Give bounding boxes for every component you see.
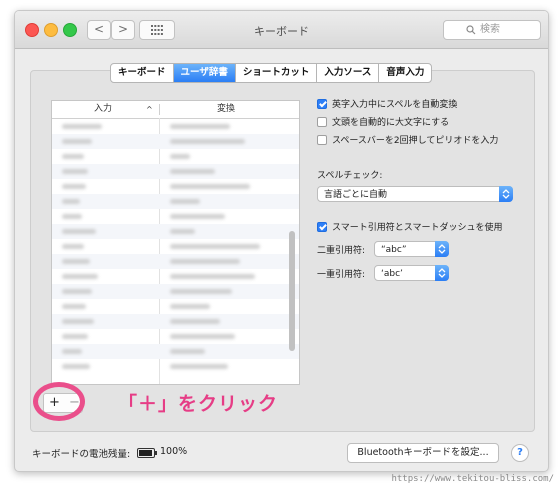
table-row[interactable] — [52, 299, 299, 314]
battery-percent: 100% — [160, 446, 188, 457]
table-row[interactable] — [52, 344, 299, 359]
checkbox-unchecked[interactable] — [317, 117, 327, 127]
popup-chevrons-icon — [499, 186, 513, 202]
tab-shortcuts[interactable]: ショートカット — [236, 64, 318, 82]
spell-check-value: 言語ごとに自動 — [324, 190, 388, 200]
battery-label: キーボードの電池残量: — [32, 449, 131, 460]
table-row[interactable] — [52, 284, 299, 299]
checkbox-checked[interactable] — [317, 99, 327, 109]
dictionary-table[interactable]: 入力 ^ 変換 — [51, 100, 300, 385]
help-button[interactable]: ? — [511, 444, 529, 462]
table-row[interactable] — [52, 269, 299, 284]
popup-chevrons-icon — [435, 241, 449, 257]
spell-check-label: スペルチェック: — [317, 171, 383, 181]
title-bar: < > キーボード 検索 — [15, 11, 548, 49]
single-quote-popup[interactable]: ‘abc’ — [374, 265, 449, 281]
tab-input-sources[interactable]: 入力ソース — [317, 64, 380, 82]
single-quote-label: 一重引用符: — [317, 270, 366, 280]
table-row[interactable] — [52, 329, 299, 344]
table-row[interactable] — [52, 224, 299, 239]
spell-check-popup[interactable]: 言語ごとに自動 — [317, 186, 513, 202]
auto-capitalize-label: 文頭を自動的に大文字にする — [332, 118, 450, 128]
double-quote-value: “abc” — [381, 245, 407, 255]
preferences-window: < > キーボード 検索 キーボード ユーザ辞書 ショートカット 入力ソース 音… — [14, 10, 549, 472]
smart-quotes-label: スマート引用符とスマートダッシュを使用 — [332, 223, 503, 233]
search-field[interactable]: 検索 — [443, 20, 541, 40]
popup-chevrons-icon — [435, 265, 449, 281]
search-placeholder: 検索 — [480, 24, 500, 35]
column-header-input[interactable]: 入力 — [94, 101, 112, 118]
sort-ascending-icon: ^ — [146, 105, 153, 114]
double-quote-label: 二重引用符: — [317, 246, 366, 256]
double-quote-popup[interactable]: “abc” — [374, 241, 449, 257]
battery-icon — [137, 448, 157, 458]
table-row[interactable] — [52, 239, 299, 254]
table-row[interactable] — [52, 179, 299, 194]
search-icon — [466, 25, 476, 35]
single-quote-value: ‘abc’ — [381, 269, 403, 279]
column-header-convert[interactable]: 変換 — [217, 101, 235, 118]
auto-spell-label: 英字入力中にスペルを自動変換 — [332, 100, 458, 110]
checkbox-checked[interactable] — [317, 222, 327, 232]
tab-bar: キーボード ユーザ辞書 ショートカット 入力ソース 音声入力 — [110, 63, 433, 83]
checkbox-unchecked[interactable] — [317, 135, 327, 145]
table-row[interactable] — [52, 194, 299, 209]
table-row[interactable] — [52, 134, 299, 149]
table-row[interactable] — [52, 149, 299, 164]
tab-dictation[interactable]: 音声入力 — [379, 64, 431, 82]
table-header: 入力 ^ 変換 — [52, 101, 299, 119]
table-row[interactable] — [52, 314, 299, 329]
tab-user-dictionary[interactable]: ユーザ辞書 — [173, 64, 236, 82]
double-space-period-label: スペースバーを2回押してピリオドを入力 — [332, 136, 499, 146]
table-row[interactable] — [52, 164, 299, 179]
table-row[interactable] — [52, 119, 299, 134]
table-scrollbar[interactable] — [289, 231, 295, 351]
tab-keyboard[interactable]: キーボード — [111, 64, 174, 82]
setup-bluetooth-keyboard-button[interactable]: Bluetoothキーボードを設定... — [347, 443, 499, 463]
table-row[interactable] — [52, 209, 299, 224]
watermark-url: https://www.tekitou-bliss.com/ — [391, 474, 554, 484]
table-row[interactable] — [52, 359, 299, 374]
annotation-callout: 「＋」をクリック — [118, 393, 279, 415]
table-row[interactable] — [52, 254, 299, 269]
highlight-circle — [33, 382, 85, 421]
